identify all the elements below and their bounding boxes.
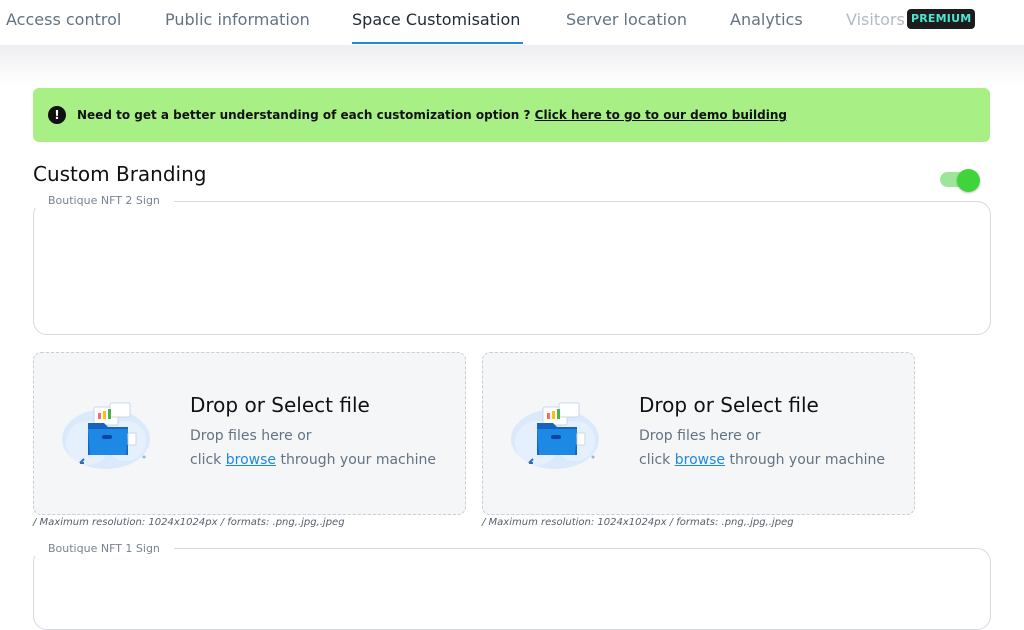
info-alert: ! Need to get a better understanding of … <box>33 88 990 142</box>
dropzone-instruction-2: click browse through your machine <box>190 452 436 468</box>
dropzone-text: click <box>190 452 222 468</box>
section-title: Custom Branding <box>33 162 207 186</box>
upload-folder-icon <box>62 402 150 469</box>
tab-server-location[interactable]: Server location <box>566 8 687 32</box>
sign-2-field[interactable] <box>33 201 991 335</box>
alert-message: Need to get a better understanding of ea… <box>77 106 787 124</box>
dropzone-1[interactable]: Drop or Select file Drop files here or c… <box>33 352 466 515</box>
exclamation-icon: ! <box>48 106 66 124</box>
browse-link[interactable]: browse <box>675 452 725 468</box>
premium-badge: PREMIUM <box>907 9 976 29</box>
sign-1-field[interactable] <box>33 548 991 630</box>
dropzone-2[interactable]: Drop or Select file Drop files here or c… <box>482 352 915 515</box>
dropzone-title: Drop or Select file <box>190 393 370 417</box>
dropzone-instruction: Drop files here or <box>190 428 312 444</box>
upload-folder-icon <box>511 402 599 469</box>
tab-public-information[interactable]: Public information <box>165 8 310 32</box>
sign-2-label: Boutique NFT 2 Sign <box>34 194 174 208</box>
demo-building-link[interactable]: Click here to go to our demo building <box>535 108 787 122</box>
header-shadow-band <box>0 45 1024 85</box>
dropzone-instruction-2: click browse through your machine <box>639 452 885 468</box>
toggle-thumb[interactable] <box>957 169 980 192</box>
dropzone-instruction: Drop files here or <box>639 428 761 444</box>
tab-bar: Access control Public information Space … <box>0 0 1024 45</box>
tab-visitors: Visitors <box>846 10 905 29</box>
dropzone-text: click <box>639 452 671 468</box>
format-hint: / Maximum resolution: 1024x1024px / form… <box>33 517 345 528</box>
sign-1-label: Boutique NFT 1 Sign <box>34 542 174 556</box>
tab-analytics[interactable]: Analytics <box>730 8 803 32</box>
dropzone-title: Drop or Select file <box>639 393 819 417</box>
dropzone-text: through your machine <box>729 452 886 468</box>
browse-link[interactable]: browse <box>226 452 276 468</box>
tab-access-control[interactable]: Access control <box>6 8 121 32</box>
alert-text: Need to get a better understanding of ea… <box>77 108 531 122</box>
dropzone-text: through your machine <box>280 452 437 468</box>
active-tab-indicator <box>352 42 523 44</box>
tab-space-customisation[interactable]: Space Customisation <box>352 8 520 32</box>
format-hint: / Maximum resolution: 1024x1024px / form… <box>482 517 794 528</box>
